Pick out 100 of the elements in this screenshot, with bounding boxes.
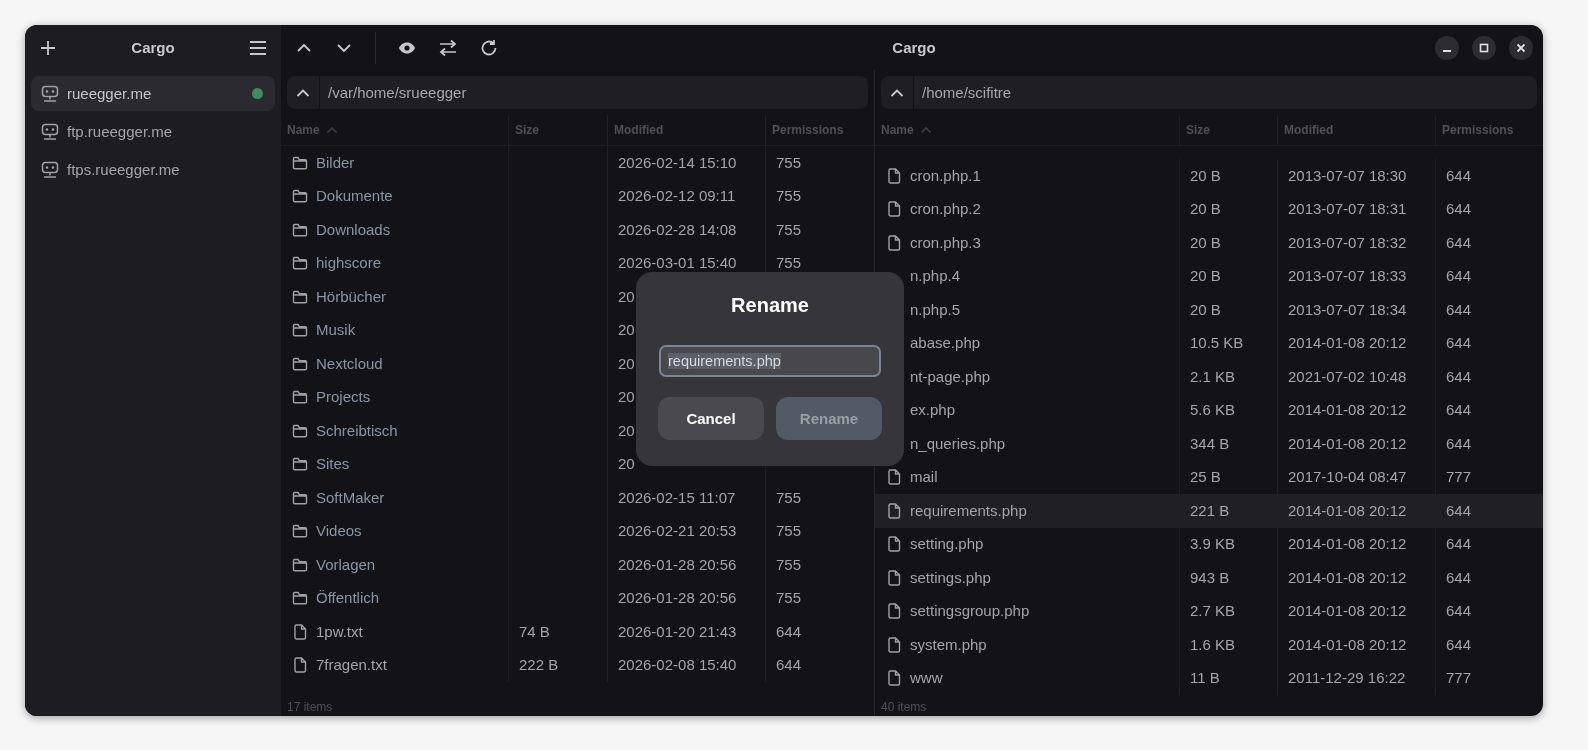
table-cell: 20 B <box>1190 200 1221 219</box>
folder-icon <box>292 256 308 271</box>
table-cell: 222 B <box>519 656 559 675</box>
server-icon <box>41 84 59 103</box>
file-row[interactable]: Dokumente 2026-02-12 09:11 755 <box>281 179 874 213</box>
file-row[interactable]: Videos 2026-02-21 20:53 755 <box>281 514 874 548</box>
folder-icon <box>292 591 308 606</box>
item-count: 40 items <box>881 699 927 714</box>
file-row[interactable]: n.php.5 20 B 2013-07-07 18:34 644 <box>875 293 1543 327</box>
table-cell: 2026-01-28 20:56 <box>618 589 737 608</box>
table-cell: 2026-01-20 21:43 <box>618 622 737 641</box>
file-name: Schreibtisch <box>316 421 398 440</box>
table-cell: 755 <box>776 589 802 608</box>
file-icon <box>887 167 901 184</box>
folder-icon <box>292 524 308 539</box>
table-cell: 644 <box>776 656 802 675</box>
table-cell: 74 B <box>519 622 550 641</box>
table-cell: 644 <box>1446 300 1472 319</box>
file-row[interactable]: setting.php 3.9 KB 2014-01-08 20:12 644 <box>875 527 1543 561</box>
folder-icon <box>292 390 308 405</box>
close-icon[interactable] <box>1509 35 1533 60</box>
table-cell: 20 <box>618 388 635 407</box>
file-row[interactable]: requirements.php 221 B 2014-01-08 20:12 644 <box>875 494 1543 528</box>
table-cell: 943 B <box>1190 568 1230 587</box>
file-icon <box>887 469 901 486</box>
table-cell: 344 B <box>1190 434 1230 453</box>
file-row[interactable]: 7fragen.txt 222 B 2026-02-08 15:40 644 <box>281 648 874 682</box>
file-name: Hörbücher <box>316 287 387 306</box>
file-icon <box>293 657 307 674</box>
name-input-field[interactable]: requirements.php <box>659 345 881 377</box>
sidebar-title: Cargo <box>131 39 175 56</box>
file-name: system.php <box>910 635 987 654</box>
table-cell: 20 <box>618 287 635 306</box>
table-cell: 2026-02-15 11:07 <box>618 488 736 507</box>
folder-icon <box>292 356 308 371</box>
table-cell: 777 <box>1446 468 1472 487</box>
table-cell: 2026-02-14 15:10 <box>618 153 737 172</box>
sidebar-item[interactable]: ftps.rueegger.me <box>31 152 275 187</box>
table-cell: 20 B <box>1190 267 1221 286</box>
minimize-icon[interactable] <box>1435 35 1459 60</box>
file-icon <box>887 234 901 251</box>
file-name: mail <box>910 468 938 487</box>
file-row[interactable]: cron.php.3 20 B 2013-07-07 18:32 644 <box>875 226 1543 260</box>
table-cell: 2.7 KB <box>1190 602 1236 621</box>
table-cell: 644 <box>1446 233 1472 252</box>
file-name: Projects <box>316 388 371 407</box>
table-cell: 20 <box>618 354 635 373</box>
file-row[interactable]: Vorlagen 2026-01-28 20:56 755 <box>281 548 874 582</box>
table-cell: 2026-02-21 20:53 <box>618 522 737 541</box>
file-name: SoftMaker <box>316 488 385 507</box>
file-row[interactable]: SoftMaker 2026-02-15 11:07 755 <box>281 481 874 515</box>
file-icon <box>887 670 901 687</box>
table-cell: 2013-07-07 18:32 <box>1288 233 1407 252</box>
path-bar[interactable]: /home/scifitre <box>881 76 1537 109</box>
file-name: settingsgroup.php <box>910 602 1030 621</box>
folder-icon <box>292 155 308 170</box>
table-cell: 20 B <box>1190 300 1221 319</box>
maximize-icon[interactable] <box>1472 35 1496 60</box>
table-cell: 2026-02-08 15:40 <box>618 656 737 675</box>
file-row[interactable]: 1pw.txt 74 B 2026-01-20 21:43 644 <box>281 615 874 649</box>
table-cell: 644 <box>1446 602 1472 621</box>
sidebar-item[interactable]: rueegger.me <box>31 76 275 111</box>
sidebar-item[interactable]: ftp.rueegger.me <box>31 114 275 149</box>
file-row[interactable]: www 11 B 2011-12-29 16:22 777 <box>875 661 1543 695</box>
file-name: n_queries.php <box>910 434 1006 453</box>
file-row[interactable]: Downloads 2026-02-28 14:08 755 <box>281 213 874 247</box>
table-cell: 20 <box>618 421 635 440</box>
file-row[interactable]: settingsgroup.php 2.7 KB 2014-01-08 20:12 644 <box>875 594 1543 628</box>
file-row[interactable]: cron.php.2 20 B 2013-07-07 18:31 644 <box>875 192 1543 226</box>
folder-icon <box>292 189 308 204</box>
table-cell: 755 <box>776 488 802 507</box>
swap-arrows-icon[interactable] <box>438 38 458 57</box>
file-row[interactable]: Öffentlich 2026-01-28 20:56 755 <box>281 581 874 615</box>
file-name: Downloads <box>316 220 391 239</box>
file-row[interactable]: system.php 1.6 KB 2014-01-08 20:12 644 <box>875 628 1543 662</box>
table-cell: 2013-07-07 18:33 <box>1288 267 1407 286</box>
file-row[interactable]: settings.php 943 B 2014-01-08 20:12 644 <box>875 561 1543 595</box>
file-row[interactable]: cron.php.1 20 B 2013-07-07 18:30 644 <box>875 159 1543 193</box>
table-cell: 755 <box>776 254 802 273</box>
refresh-icon[interactable] <box>480 38 498 57</box>
file-row[interactable]: Bilder 2026-02-14 15:10 755 <box>281 146 874 180</box>
table-cell: 2026-02-28 14:08 <box>618 220 737 239</box>
table-cell: 2026-02-12 09:11 <box>618 187 736 206</box>
table-cell: 2.1 KB <box>1190 367 1236 386</box>
add-icon[interactable] <box>39 38 57 57</box>
table-cell: 644 <box>1446 568 1472 587</box>
file-name: settings.php <box>910 568 991 587</box>
dialog-title: Rename <box>731 294 809 317</box>
table-cell: 644 <box>1446 401 1472 420</box>
table-cell: 20 B <box>1190 166 1221 185</box>
table-cell: 755 <box>776 153 802 172</box>
cancel-button[interactable]: Cancel <box>658 397 764 440</box>
server-name: ftp.rueegger.me <box>67 123 174 140</box>
server-icon <box>41 122 59 141</box>
file-name: Dokumente <box>316 187 393 206</box>
file-row[interactable]: n.php.4 20 B 2013-07-07 18:33 644 <box>875 259 1543 293</box>
file-name: Öffentlich <box>316 589 380 608</box>
menu-icon[interactable] <box>249 39 267 56</box>
table-cell: 2017-10-04 08:47 <box>1288 468 1407 487</box>
path-bar[interactable]: /var/home/srueegger <box>287 76 868 109</box>
